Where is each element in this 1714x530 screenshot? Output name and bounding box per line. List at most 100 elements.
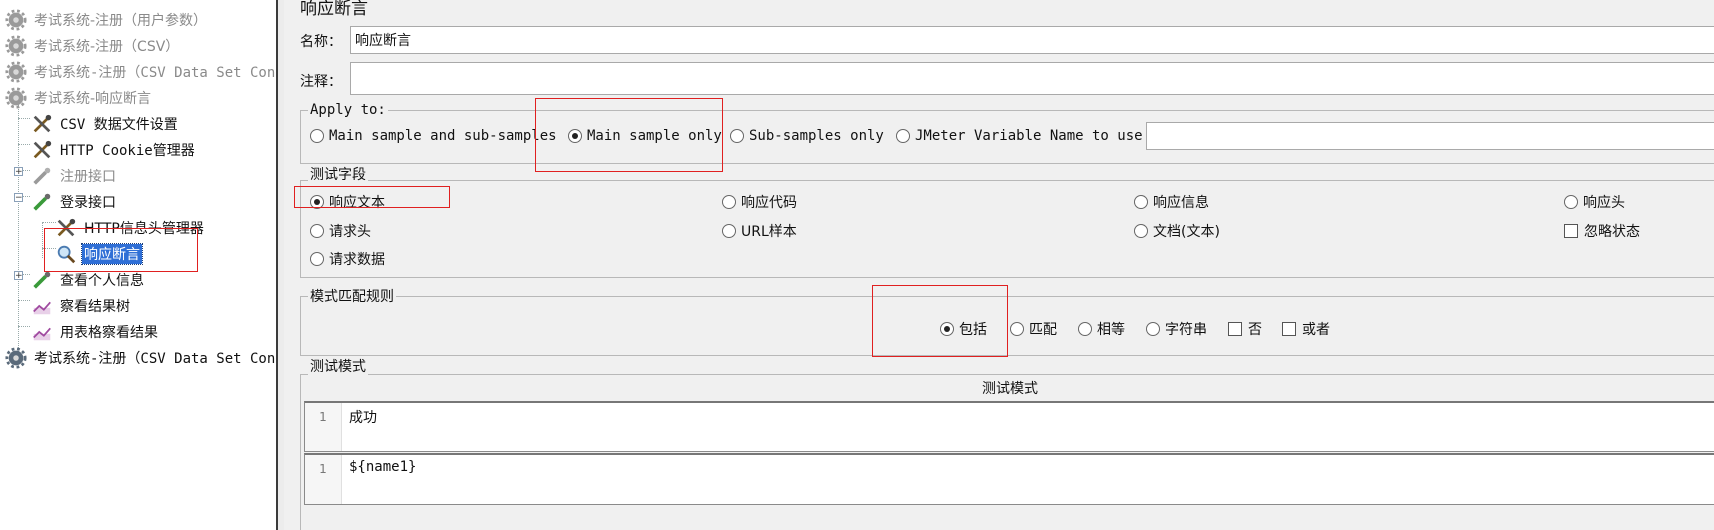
- radio-label: JMeter Variable Name to use: [915, 128, 1143, 144]
- pattern-rules-group: [300, 296, 1714, 356]
- field-url-sampled-radio[interactable]: URL样本: [722, 221, 797, 241]
- rule-equals-radio[interactable]: 相等: [1078, 319, 1125, 339]
- apply-main-and-sub-radio[interactable]: Main sample and sub-samples: [310, 128, 557, 144]
- pipette-icon: [33, 167, 51, 185]
- radio-label: 响应信息: [1153, 195, 1209, 211]
- tree-item-response-assertion-group[interactable]: 考试系统-响应断言: [4, 86, 153, 110]
- name-label: 名称：: [300, 34, 342, 50]
- magnifier-icon: [57, 245, 76, 264]
- test-field-title: 测试字段: [308, 164, 368, 184]
- rule-not-checkbox[interactable]: 否: [1228, 319, 1262, 339]
- radio-label: 字符串: [1165, 322, 1207, 338]
- test-patterns-title: 测试模式: [308, 356, 368, 376]
- radio-label: 匹配: [1029, 322, 1057, 338]
- test-patterns-column-header[interactable]: 测试模式: [306, 378, 1714, 400]
- tree-item-view-profile[interactable]: 查看个人信息: [30, 268, 146, 292]
- apply-jmeter-variable-radio[interactable]: JMeter Variable Name to use: [896, 128, 1143, 144]
- tree-item-label: 考试系统-注册（CSV）: [34, 39, 180, 55]
- field-request-data-radio[interactable]: 请求数据: [310, 249, 385, 269]
- tree-item-register-csv[interactable]: 考试系统-注册（CSV）: [4, 34, 181, 58]
- pattern-text: 成功: [349, 410, 377, 426]
- collapse-login-button[interactable]: −: [14, 193, 23, 203]
- wrench-icon: [57, 218, 76, 237]
- rule-matches-radio[interactable]: 匹配: [1010, 319, 1057, 339]
- pattern-editor-row-2[interactable]: 1 ${name1}: [304, 453, 1714, 505]
- test-plan-tree[interactable]: + − + 考试系统-注册（用户参数） 考试系统-注册（CSV） 考试系统-注册…: [0, 0, 276, 530]
- wrench-icon: [33, 114, 52, 133]
- radio-indicator: [722, 195, 736, 209]
- radio-indicator: [1564, 195, 1578, 209]
- comment-input[interactable]: [350, 62, 1714, 95]
- tree-item-table-results[interactable]: 用表格察看结果: [30, 320, 160, 344]
- radio-indicator: [310, 195, 324, 209]
- apply-main-only-radio[interactable]: Main sample only: [568, 128, 722, 144]
- tree-item-register-csv-dataset-2[interactable]: 考试系统-注册（CSV Data Set Con: [4, 346, 276, 370]
- ignore-status-checkbox[interactable]: 忽略状态: [1564, 221, 1640, 241]
- radio-indicator: [310, 129, 324, 143]
- field-response-code-radio[interactable]: 响应代码: [722, 192, 797, 212]
- pipette-icon: [33, 271, 51, 289]
- tree-item-register-user-params[interactable]: 考试系统-注册（用户参数）: [4, 8, 209, 32]
- checkbox-label: 否: [1248, 322, 1262, 338]
- tree-item-label: 察看结果树: [60, 299, 130, 315]
- tree-item-label: HTTP信息头管理器: [84, 221, 204, 237]
- tree-item-label: 登录接口: [60, 195, 116, 211]
- field-request-headers-radio[interactable]: 请求头: [310, 221, 371, 241]
- field-response-headers-radio[interactable]: 响应头: [1564, 192, 1625, 212]
- pattern-text: ${name1}: [349, 459, 417, 475]
- line-number: 1: [319, 462, 327, 476]
- split-pane-divider[interactable]: [276, 0, 284, 530]
- tree-item-results-tree[interactable]: 察看结果树: [30, 294, 132, 318]
- tree-item-label: 考试系统-响应断言: [34, 91, 152, 107]
- tree-item-csv-dataset-config[interactable]: CSV 数据文件设置: [30, 112, 180, 136]
- field-response-text-radio[interactable]: 响应文本: [310, 192, 385, 212]
- rule-substring-radio[interactable]: 字符串: [1146, 319, 1207, 339]
- checkbox-label: 或者: [1302, 322, 1330, 338]
- line-number: 1: [319, 410, 327, 424]
- test-field-group: [300, 180, 1714, 278]
- tree-item-label: 考试系统-注册（CSV Data Set Con: [34, 65, 276, 81]
- radio-label: Main sample only: [587, 128, 722, 144]
- radio-indicator: [722, 224, 736, 238]
- expand-register-button[interactable]: +: [14, 167, 23, 177]
- graph-icon: [33, 327, 51, 341]
- rule-or-checkbox[interactable]: 或者: [1282, 319, 1330, 339]
- tree-item-cookie-manager[interactable]: HTTP Cookie管理器: [30, 138, 197, 162]
- apply-sub-only-radio[interactable]: Sub-samples only: [730, 128, 884, 144]
- tree-item-header-manager[interactable]: HTTP信息头管理器: [54, 216, 206, 240]
- tree-item-label: CSV 数据文件设置: [60, 117, 178, 133]
- panel-title: 响应断言: [300, 0, 368, 19]
- name-input[interactable]: 响应断言: [350, 26, 1714, 54]
- wrench-icon: [33, 140, 52, 159]
- radio-label: 文档(文本): [1153, 224, 1220, 240]
- tree-item-label: 考试系统-注册（用户参数）: [34, 13, 208, 29]
- radio-indicator: [1134, 195, 1148, 209]
- radio-indicator: [568, 129, 582, 143]
- radio-label: 响应文本: [329, 195, 385, 211]
- apply-to-title: Apply to:: [308, 102, 388, 118]
- radio-indicator: [1134, 224, 1148, 238]
- tree-item-response-assertion[interactable]: 响应断言: [54, 242, 143, 266]
- radio-indicator: [940, 322, 954, 336]
- radio-indicator: [730, 129, 744, 143]
- tree-item-label: 注册接口: [60, 169, 116, 185]
- gear-icon: [5, 35, 27, 57]
- radio-indicator: [896, 129, 910, 143]
- field-document-text-radio[interactable]: 文档(文本): [1134, 221, 1220, 241]
- tree-item-register-api[interactable]: 注册接口: [30, 164, 118, 188]
- response-assertion-panel: 响应断言 名称： 响应断言 注释： Apply to: Main sample …: [284, 0, 1714, 530]
- pipette-icon: [33, 193, 51, 211]
- field-response-message-radio[interactable]: 响应信息: [1134, 192, 1209, 212]
- pattern-editor-row-1[interactable]: 1 成功: [304, 401, 1714, 452]
- pattern-rules-title: 模式匹配规则: [308, 286, 396, 306]
- rule-contains-radio[interactable]: 包括: [940, 319, 987, 339]
- radio-indicator: [310, 224, 324, 238]
- jmeter-variable-input[interactable]: [1146, 122, 1714, 150]
- comment-label: 注释：: [300, 74, 342, 90]
- radio-label: Sub-samples only: [749, 128, 884, 144]
- tree-item-label: HTTP Cookie管理器: [60, 143, 195, 159]
- tree-item-login-api[interactable]: 登录接口: [30, 190, 118, 214]
- gear-icon: [5, 9, 27, 31]
- tree-item-register-csv-dataset[interactable]: 考试系统-注册（CSV Data Set Con: [4, 60, 276, 84]
- expand-profile-button[interactable]: +: [14, 271, 23, 281]
